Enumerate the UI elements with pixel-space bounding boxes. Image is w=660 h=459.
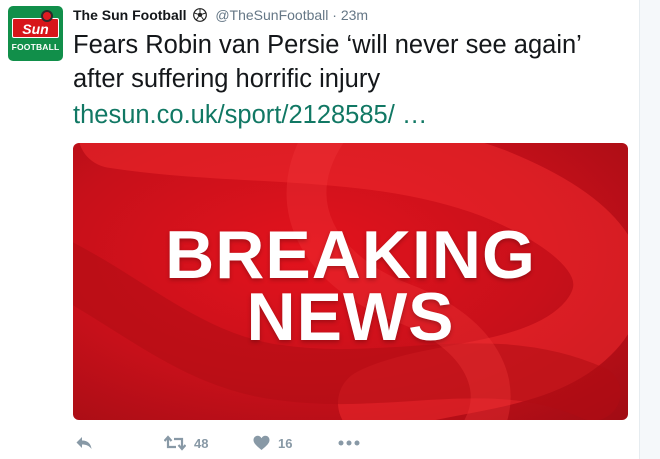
tweet-time[interactable]: 23m	[341, 7, 368, 23]
avatar-subtitle: FOOTBALL	[11, 42, 60, 52]
heart-icon	[253, 435, 270, 451]
right-rail	[639, 0, 660, 459]
news-text: NEWS	[246, 279, 455, 355]
reply-icon	[75, 435, 93, 451]
tweet-link[interactable]: thesun.co.uk/sport/2128585/ …	[73, 98, 427, 132]
author-name[interactable]: The Sun Football	[73, 7, 187, 23]
retweet-count: 48	[194, 435, 209, 451]
like-count: 16	[278, 435, 293, 451]
more-icon	[338, 440, 360, 446]
like-button[interactable]: 16	[253, 430, 292, 456]
retweet-button[interactable]: 48	[164, 430, 208, 456]
retweet-icon	[164, 435, 186, 451]
reply-button[interactable]	[75, 430, 93, 456]
more-button[interactable]	[338, 430, 360, 456]
author-handle[interactable]: @TheSunFootball	[215, 7, 328, 23]
header-separator: ·	[332, 7, 337, 23]
avatar-logo: Sun	[12, 18, 59, 38]
avatar[interactable]: Sun FOOTBALL	[8, 6, 63, 61]
tweet-header: The Sun Football @TheSunFootball · 23m	[73, 6, 368, 24]
tweet-actions: 48 16	[73, 430, 633, 456]
soccer-ball-icon	[193, 8, 208, 22]
poppy-icon	[41, 10, 53, 22]
media-image[interactable]: BREAKING NEWS	[73, 143, 628, 420]
tweet-text: Fears Robin van Persie ‘will never see a…	[73, 31, 581, 93]
